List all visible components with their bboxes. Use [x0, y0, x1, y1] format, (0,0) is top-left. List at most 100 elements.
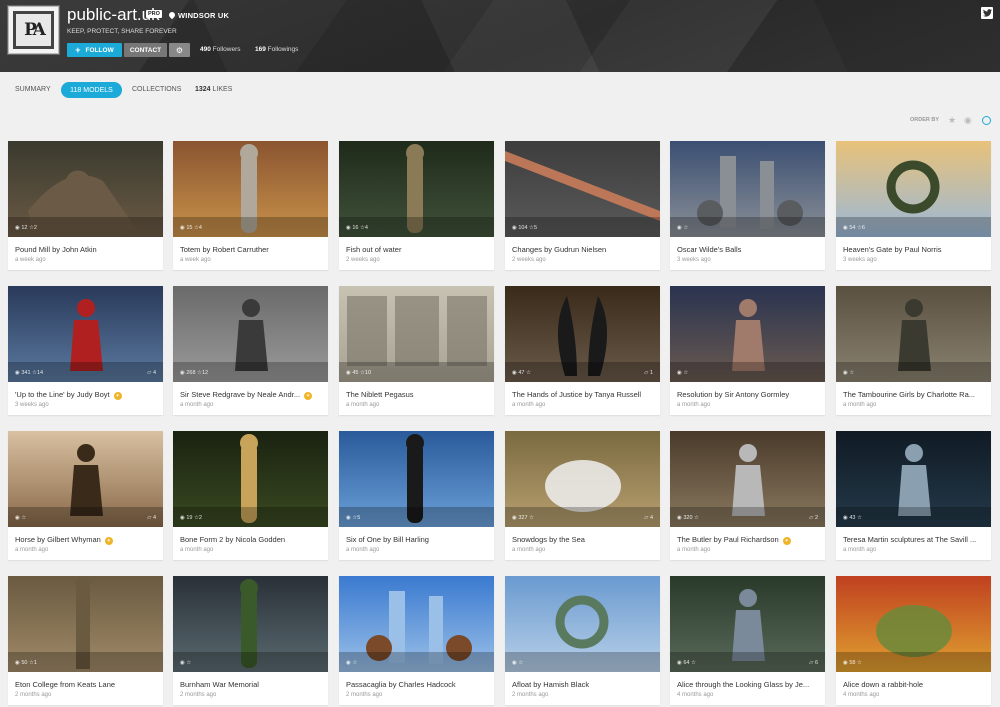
profile-header: PA public-art.uk PRO WINDSOR UK KEEP, PR… [0, 0, 1000, 72]
model-title-link[interactable]: Changes by Gudrun Nielsen [512, 245, 653, 254]
model-title-link[interactable]: Teresa Martin sculptures at The Savill .… [843, 535, 984, 544]
model-card[interactable]: ◉ 327 ☆ ▱ 4 Snowdogs by the Sea a month ago [505, 431, 660, 560]
model-card[interactable]: ◉ 16 ☆4 Fish out of water 2 weeks ago [339, 141, 494, 270]
model-card[interactable]: ◉ ☆ Oscar Wilde's Balls 3 weeks ago [670, 141, 825, 270]
model-thumbnail[interactable] [670, 431, 825, 527]
likes-count: 1324 [195, 86, 211, 93]
model-card[interactable]: ◉ ☆ The Tambourine Girls by Charlotte Ra.… [836, 286, 991, 415]
model-title-link[interactable]: Alice through the Looking Glass by Je... [677, 680, 818, 689]
model-title-link[interactable]: Oscar Wilde's Balls [677, 245, 818, 254]
model-date: a month ago [677, 547, 711, 553]
model-title-link[interactable]: Six of One by Bill Harling [346, 535, 487, 544]
model-title: The Niblett Pegasus [346, 390, 414, 399]
tab-collections[interactable]: COLLECTIONS [132, 86, 181, 93]
tab-models[interactable]: 118 MODELS [61, 82, 122, 98]
model-card[interactable]: ◉ 50 ☆1 Eton College from Keats Lane 2 mon… [8, 576, 163, 705]
model-thumbnail[interactable] [836, 431, 991, 527]
followers-link[interactable]: 490 Followers [200, 46, 240, 53]
model-card[interactable]: ◉ 45 ☆10 The Niblett Pegasus a month ago [339, 286, 494, 415]
model-title-link[interactable]: Fish out of water [346, 245, 487, 254]
model-title-link[interactable]: The Butler by Paul Richardson ✦ [677, 535, 818, 545]
contact-button[interactable]: CONTACT [124, 43, 167, 57]
model-thumbnail[interactable] [339, 141, 494, 237]
model-card[interactable]: ◉ 15 ☆4 Totem by Robert Carruther a week a… [173, 141, 328, 270]
model-card[interactable]: ◉ 268 ☆12 Sir Steve Redgrave by Neale And… [173, 286, 328, 415]
order-by-date-clock-icon[interactable] [982, 116, 991, 125]
model-thumbnail[interactable] [8, 141, 163, 237]
model-stats: ◉ 45 ☆10 [346, 370, 371, 376]
model-card[interactable]: ◉ 341 ☆14 ▱ 4 'Up to the Line' by Judy Boy… [8, 286, 163, 415]
model-thumbnail[interactable] [173, 431, 328, 527]
model-card[interactable]: ◉ ☆ ▱ 4 Horse by Gilbert Whyman ✦ a month ag… [8, 431, 163, 560]
model-thumbnail[interactable] [836, 576, 991, 672]
model-thumbnail[interactable] [670, 286, 825, 382]
model-title-link[interactable]: Eton College from Keats Lane [15, 680, 156, 689]
model-card[interactable]: ◉ ☆ Passacaglia by Charles Hadcock 2 month… [339, 576, 494, 705]
model-thumbnail[interactable] [8, 431, 163, 527]
model-title-link[interactable]: Burnham War Memorial [180, 680, 321, 689]
staff-pick-badge-icon: ✦ [304, 392, 313, 400]
model-title-link[interactable]: Alice down a rabbit-hole [843, 680, 984, 689]
tab-summary[interactable]: SUMMARY [15, 86, 51, 93]
model-stats: ◉ ☆ [677, 225, 688, 231]
model-title-link[interactable]: Horse by Gilbert Whyman ✦ [15, 535, 156, 545]
model-card[interactable]: ◉ 58 ☆ Alice down a rabbit-hole 4 months a… [836, 576, 991, 705]
model-card[interactable]: ◉ 64 ☆ ▱ 6 Alice through the Looking Glass… [670, 576, 825, 705]
avatar[interactable]: PA [8, 6, 59, 54]
model-thumbnail[interactable] [8, 576, 163, 672]
model-thumbnail[interactable] [670, 141, 825, 237]
model-card[interactable]: ◉ 43 ☆ Teresa Martin sculptures at The Sa… [836, 431, 991, 560]
model-thumbnail[interactable] [339, 576, 494, 672]
model-thumbnail[interactable] [8, 286, 163, 382]
model-thumbnail[interactable] [173, 286, 328, 382]
followings-link[interactable]: 169 Followings [255, 46, 298, 53]
model-title-link[interactable]: Pound Mill by John Atkin [15, 245, 156, 254]
model-stats: ◉ 268 ☆12 [180, 370, 208, 376]
model-title-link[interactable]: Afloat by Hamish Black [512, 680, 653, 689]
model-title-link[interactable]: Heaven's Gate by Paul Norris [843, 245, 984, 254]
model-thumbnail[interactable] [173, 141, 328, 237]
model-thumbnail[interactable] [836, 141, 991, 237]
model-date: a week ago [15, 257, 46, 263]
tab-likes[interactable]: 1324 LIKES [195, 86, 232, 93]
model-card[interactable]: ◉ 19 ☆2 Bone Form 2 by Nicola Godden a mon… [173, 431, 328, 560]
thumbnail-image [173, 431, 328, 527]
model-title-link[interactable]: Sir Steve Redgrave by Neale Andr... ✦ [180, 390, 321, 400]
model-card[interactable]: ◉ 104 ☆5 Changes by Gudrun Nielsen 2 weeks… [505, 141, 660, 270]
model-thumbnail[interactable] [339, 431, 494, 527]
model-title-link[interactable]: Passacaglia by Charles Hadcock [346, 680, 487, 689]
model-card[interactable]: ◉ 47 ☆ ▱ 1 The Hands of Justice by Tanya R… [505, 286, 660, 415]
model-card[interactable]: ◉ ☆5 Six of One by Bill Harling a month ag… [339, 431, 494, 560]
order-by-views-eye-icon[interactable]: ◉ [964, 115, 972, 126]
model-stats: ◉ ☆ [346, 660, 357, 666]
model-thumbnail[interactable] [505, 576, 660, 672]
model-card[interactable]: ◉ 54 ☆6 Heaven's Gate by Paul Norris 3 wee… [836, 141, 991, 270]
order-by-likes-star-icon[interactable]: ★ [948, 115, 956, 126]
model-thumbnail[interactable] [505, 431, 660, 527]
model-thumbnail[interactable] [505, 141, 660, 237]
model-thumbnail[interactable] [173, 576, 328, 672]
model-thumbnail[interactable] [505, 286, 660, 382]
model-card[interactable]: ◉ 320 ☆ ▱ 2 The Butler by Paul Richardson ✦… [670, 431, 825, 560]
settings-button[interactable]: ⚙ [169, 43, 190, 57]
twitter-icon[interactable] [981, 7, 993, 19]
model-thumbnail[interactable] [339, 286, 494, 382]
thumbnail-image [339, 286, 494, 382]
model-title-link[interactable]: The Hands of Justice by Tanya Russell [512, 390, 653, 399]
follow-button[interactable]: + FOLLOW [67, 43, 122, 57]
model-title-link[interactable]: The Tambourine Girls by Charlotte Ra... [843, 390, 984, 399]
model-title-link[interactable]: Snowdogs by the Sea [512, 535, 653, 544]
model-title-link[interactable]: 'Up to the Line' by Judy Boyt ✦ [15, 390, 156, 400]
model-card[interactable]: ◉ ☆ Afloat by Hamish Black 2 months ago [505, 576, 660, 705]
model-title-link[interactable]: Resolution by Sir Antony Gormley [677, 390, 818, 399]
model-thumbnail[interactable] [836, 286, 991, 382]
model-stats: ◉ 15 ☆4 [180, 225, 202, 231]
model-card[interactable]: ◉ ☆ Resolution by Sir Antony Gormley a mon… [670, 286, 825, 415]
model-card[interactable]: ◉ 12 ☆2 Pound Mill by John Atkin a week ag… [8, 141, 163, 270]
model-card[interactable]: ◉ ☆ Burnham War Memorial 2 months ago [173, 576, 328, 705]
model-thumbnail[interactable] [670, 576, 825, 672]
model-title-link[interactable]: Bone Form 2 by Nicola Godden [180, 535, 321, 544]
model-title-link[interactable]: Totem by Robert Carruther [180, 245, 321, 254]
model-title-link[interactable]: The Niblett Pegasus [346, 390, 487, 399]
thumbnail-image [836, 576, 991, 672]
